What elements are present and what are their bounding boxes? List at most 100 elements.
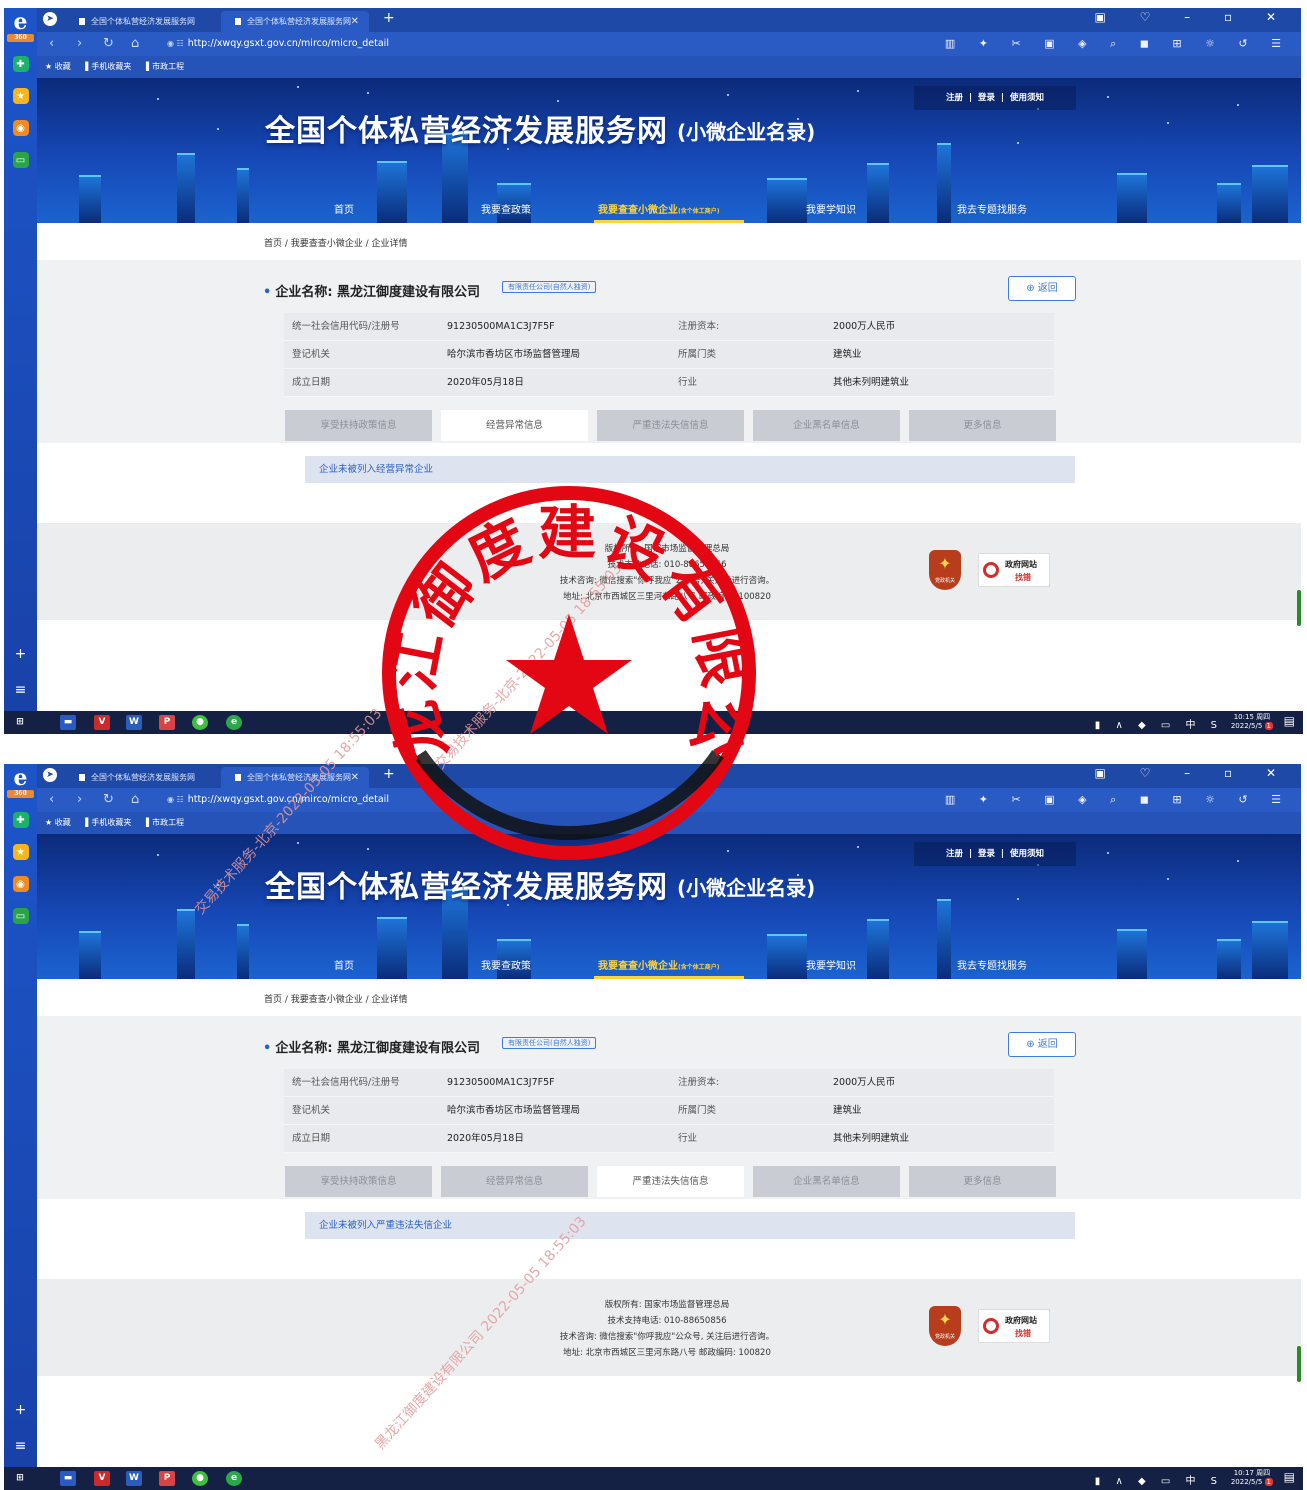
url-input[interactable]: ◉ ☷ http://xwqy.gsxt.gov.cn/mirco/micro_d…	[167, 38, 389, 49]
back-button[interactable]: ⊕ 返回	[1008, 276, 1076, 301]
browser-tab[interactable]: 全国个体私营经济发展服务网	[65, 767, 213, 788]
login-link[interactable]: 登录	[978, 93, 995, 103]
new-tab-icon[interactable]: +	[383, 10, 395, 26]
forward-icon[interactable]: ›	[77, 792, 82, 807]
browser-toolbar-icons[interactable]: ▥ ✦ ✂ ▣ ◈ ⌕ ◼ ⊞ ☼ ↺ ☰	[945, 793, 1291, 807]
browser-tab[interactable]: 全国个体私营经济发展服务网	[65, 11, 213, 32]
fav-item[interactable]: ▌手机收藏夹	[85, 818, 131, 827]
taskbar-wechat-icon[interactable]: ●	[192, 715, 208, 730]
taskbar-app-icon[interactable]: V	[94, 715, 110, 730]
tab-serious-violation[interactable]: 严重违法失信信息	[597, 410, 744, 441]
sidebar-screen-icon[interactable]: ▭	[12, 908, 29, 924]
taskbar-app-icon[interactable]: ▬	[60, 1471, 76, 1486]
browser-toolbar-icons[interactable]: ▥ ✦ ✂ ▣ ◈ ⌕ ◼ ⊞ ☼ ↺ ☰	[945, 37, 1291, 51]
browser-logo[interactable]: e 360	[4, 10, 37, 48]
back-button[interactable]: ⊕ 返回	[1008, 1032, 1076, 1057]
home-icon[interactable]: ⌂	[131, 36, 139, 51]
taskbar-word-icon[interactable]: W	[126, 1471, 142, 1486]
reload-icon[interactable]: ↻	[103, 792, 114, 807]
gov-site-error-badge[interactable]: 政府网站 找错	[978, 1309, 1050, 1343]
tab-support-policy[interactable]: 享受扶持政策信息	[285, 1166, 432, 1197]
sidebar-weibo-icon[interactable]: ◉	[12, 120, 29, 136]
sidebar-app-icon[interactable]: ✚	[12, 56, 29, 72]
close-tab-icon[interactable]: ✕	[351, 11, 359, 32]
sidebar-add-icon[interactable]: +	[4, 1392, 37, 1428]
fav-item[interactable]: ▌市政工程	[146, 62, 184, 71]
close-tab-icon[interactable]: ✕	[351, 767, 359, 788]
tab-more-info[interactable]: 更多信息	[909, 410, 1056, 441]
tab-abnormal-operation[interactable]: 经营异常信息	[441, 1166, 588, 1197]
sidebar-weibo-icon[interactable]: ◉	[12, 876, 29, 892]
party-gov-emblem-icon[interactable]: ✦ 党政机关	[929, 550, 961, 590]
taskbar-wechat-icon[interactable]: ●	[192, 1471, 208, 1486]
sidebar-menu-icon[interactable]: ≡	[4, 672, 37, 708]
register-link[interactable]: 注册	[946, 93, 963, 103]
detail-tabs: 享受扶持政策信息 经营异常信息 严重违法失信信息 企业黑名单信息 更多信息	[285, 1166, 1057, 1197]
notification-icon[interactable]: ▤	[1284, 714, 1295, 728]
windows-start-icon[interactable]: ⊞	[12, 715, 28, 730]
home-icon[interactable]: ⌂	[131, 792, 139, 807]
url-input[interactable]: ◉ ☷ http://xwqy.gsxt.gov.cn/mirco/micro_d…	[167, 794, 389, 805]
system-tray[interactable]: ▮ ∧ ◆ ▭ 中 S	[1095, 1472, 1223, 1487]
fav-item[interactable]: ▌手机收藏夹	[85, 62, 131, 71]
taskbar-pdf-icon[interactable]: P	[159, 715, 175, 730]
taskbar-app-icon[interactable]: ▬	[60, 715, 76, 730]
browser-nav-icon[interactable]: ➤	[43, 768, 57, 782]
tab-more-info[interactable]: 更多信息	[909, 1166, 1056, 1197]
tab-abnormal-operation[interactable]: 经营异常信息	[441, 410, 588, 441]
tab-blacklist[interactable]: 企业黑名单信息	[753, 1166, 900, 1197]
register-link[interactable]: 注册	[946, 849, 963, 859]
usage-notice-link[interactable]: 使用须知	[1010, 93, 1044, 103]
browser-tab-active[interactable]: 全国个体私营经济发展服务网 ✕	[221, 767, 369, 788]
fav-item[interactable]: ★ 收藏	[45, 62, 71, 71]
sidebar-screen-icon[interactable]: ▭	[12, 152, 29, 168]
nav-service[interactable]: 我去专题找服务	[957, 957, 1027, 972]
tab-serious-violation[interactable]: 严重违法失信信息	[597, 1166, 744, 1197]
login-link[interactable]: 登录	[978, 849, 995, 859]
back-icon[interactable]: ‹	[49, 792, 54, 807]
forward-icon[interactable]: ›	[77, 36, 82, 51]
nav-enterprise[interactable]: 我要查查小微企业(含个体工商户)	[598, 957, 720, 972]
nav-policy[interactable]: 我要查政策	[481, 201, 531, 216]
taskbar-browser-icon[interactable]: e	[226, 715, 242, 730]
reload-icon[interactable]: ↻	[103, 36, 114, 51]
scrollbar-thumb[interactable]	[1297, 1346, 1301, 1382]
notification-icon[interactable]: ▤	[1284, 1470, 1295, 1484]
nav-policy[interactable]: 我要查政策	[481, 957, 531, 972]
nav-knowledge[interactable]: 我要学知识	[806, 957, 856, 972]
clock[interactable]: 10:15 周四 2022/5/5 1	[1231, 713, 1273, 731]
sidebar-menu-icon[interactable]: ≡	[4, 1428, 37, 1464]
nav-enterprise[interactable]: 我要查查小微企业(含个体工商户)	[598, 201, 720, 216]
window-controls[interactable]: ▣ ♡ – ▫ ✕	[1094, 766, 1291, 780]
breadcrumb[interactable]: 首页 / 我要查查小微企业 / 企业详情	[264, 992, 408, 1005]
nav-knowledge[interactable]: 我要学知识	[806, 201, 856, 216]
party-gov-emblem-icon[interactable]: ✦ 党政机关	[929, 1306, 961, 1346]
browser-tab-active[interactable]: 全国个体私营经济发展服务网 ✕	[221, 11, 369, 32]
sidebar-star-icon[interactable]: ★	[12, 88, 29, 104]
browser-logo[interactable]: e 360	[4, 766, 37, 804]
taskbar-browser-icon[interactable]: e	[226, 1471, 242, 1486]
taskbar-app-icon[interactable]: V	[94, 1471, 110, 1486]
browser-nav-icon[interactable]: ➤	[43, 12, 57, 26]
tab-blacklist[interactable]: 企业黑名单信息	[753, 410, 900, 441]
breadcrumb[interactable]: 首页 / 我要查查小微企业 / 企业详情	[264, 236, 408, 249]
scrollbar-thumb[interactable]	[1297, 590, 1301, 626]
back-icon[interactable]: ‹	[49, 36, 54, 51]
clock[interactable]: 10:17 周四 2022/5/5 1	[1231, 1469, 1273, 1487]
usage-notice-link[interactable]: 使用须知	[1010, 849, 1044, 859]
window-controls[interactable]: ▣ ♡ – ▫ ✕	[1094, 10, 1291, 24]
fav-item[interactable]: ★ 收藏	[45, 818, 71, 827]
nav-home[interactable]: 首页	[334, 957, 354, 972]
taskbar-word-icon[interactable]: W	[126, 715, 142, 730]
nav-service[interactable]: 我去专题找服务	[957, 201, 1027, 216]
system-tray[interactable]: ▮ ∧ ◆ ▭ 中 S	[1095, 716, 1223, 731]
sidebar-app-icon[interactable]: ✚	[12, 812, 29, 828]
sidebar-add-icon[interactable]: +	[4, 636, 37, 672]
taskbar-pdf-icon[interactable]: P	[159, 1471, 175, 1486]
gov-site-error-badge[interactable]: 政府网站 找错	[978, 553, 1050, 587]
fav-item[interactable]: ▌市政工程	[146, 818, 184, 827]
sidebar-star-icon[interactable]: ★	[12, 844, 29, 860]
tab-support-policy[interactable]: 享受扶持政策信息	[285, 410, 432, 441]
nav-home[interactable]: 首页	[334, 201, 354, 216]
windows-start-icon[interactable]: ⊞	[12, 1471, 28, 1486]
